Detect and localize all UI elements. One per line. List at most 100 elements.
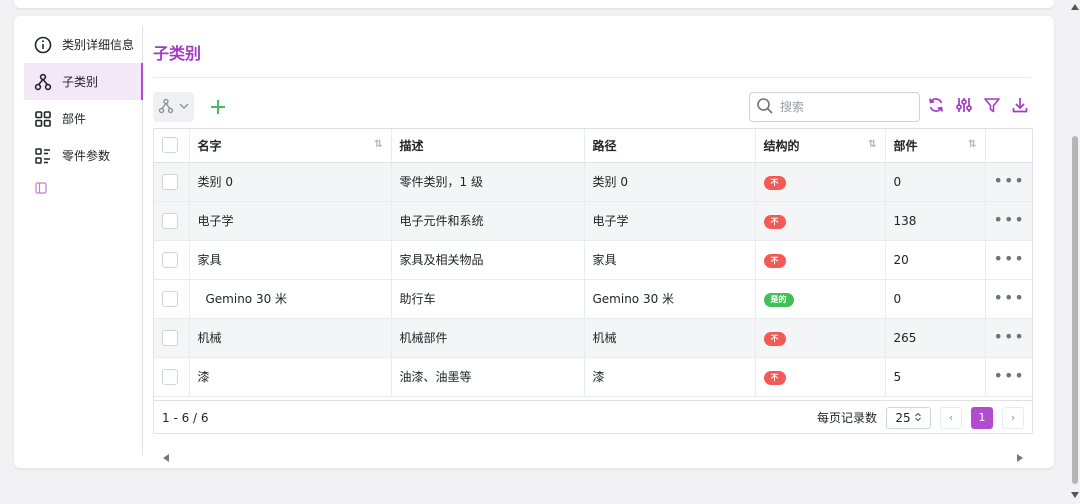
row-actions-menu[interactable]: ••• — [994, 172, 1025, 189]
horizontal-scrollbar[interactable] — [153, 454, 1033, 464]
table-row[interactable]: Gemino 30 米 助行车 Gemino 30 米 是的 0 ••• — [154, 279, 1032, 319]
pagination-bar: 1 - 6 / 6 每页记录数 25 ‹ 1 › — [153, 400, 1033, 434]
sidebar-item-part-parameters[interactable]: 零件参数 — [24, 137, 142, 174]
plus-icon — [211, 100, 225, 114]
row-actions-menu[interactable]: ••• — [994, 250, 1025, 267]
top-card-edge — [14, 0, 1054, 8]
per-page-select[interactable]: 25 — [886, 406, 931, 429]
column-header-name[interactable]: 名字 ⇅ — [189, 129, 392, 163]
cell-name: 家具 — [189, 240, 392, 280]
info-icon — [34, 36, 52, 54]
cell-parts: 0 — [885, 162, 986, 202]
subcategory-main: 子类别 搜索 名字 ⇅ 描述 路径 结构的 ⇅ 部件 ⇅ 类别 0 零件类别，1… — [153, 26, 1033, 466]
cell-path: Gemino 30 米 — [584, 279, 756, 319]
vertical-scrollbar[interactable] — [1070, 0, 1080, 504]
filter-icon[interactable] — [983, 96, 1001, 114]
sort-icon[interactable]: ⇅ — [968, 139, 976, 150]
status-badge: 是的 — [763, 292, 794, 307]
table-row[interactable]: 机械 机械部件 机械 不 265 ••• — [154, 318, 1032, 358]
table-row[interactable]: 类别 0 零件类别，1 级 类别 0 不 0 ••• — [154, 162, 1032, 202]
cell-path: 家具 — [584, 240, 756, 280]
cell-name: 机械 — [189, 318, 392, 358]
tree-view-dropdown[interactable] — [153, 92, 194, 122]
table-row[interactable]: 家具 家具及相关物品 家具 不 20 ••• — [154, 240, 1032, 280]
scroll-up-arrow[interactable] — [1071, 4, 1079, 10]
next-page-button[interactable]: › — [1002, 406, 1024, 429]
sidebar-item-label: 零件参数 — [62, 149, 111, 163]
sort-icon[interactable]: ⇅ — [374, 139, 382, 150]
column-header-parts[interactable]: 部件 ⇅ — [885, 129, 986, 163]
page-button-1[interactable]: 1 — [971, 406, 993, 429]
sidebar-item-label: 类别详细信息 — [62, 38, 135, 52]
sidebar-item-category-details[interactable]: 类别详细信息 — [24, 26, 142, 63]
cell-description: 零件类别，1 级 — [391, 162, 585, 202]
status-badge: 不 — [763, 331, 786, 346]
sort-icon[interactable]: ⇅ — [868, 139, 876, 150]
sidebar: 类别详细信息 子类别 部件 零件参数 — [24, 26, 143, 456]
select-all-cell — [154, 129, 190, 163]
adjustments-icon[interactable] — [955, 96, 973, 114]
cell-structural: 不 — [755, 201, 886, 241]
prev-page-button[interactable]: ‹ — [940, 406, 962, 429]
cell-parts: 138 — [885, 201, 986, 241]
cell-structural: 不 — [755, 357, 886, 397]
column-header-description: 描述 — [391, 129, 585, 163]
row-actions-menu[interactable]: ••• — [994, 211, 1025, 228]
hierarchy-icon — [34, 73, 52, 91]
record-range: 1 - 6 / 6 — [162, 410, 209, 425]
cell-parts: 20 — [885, 240, 986, 280]
scrollbar-thumb[interactable] — [1072, 136, 1078, 484]
row-checkbox[interactable] — [162, 290, 178, 307]
title-divider — [153, 77, 1031, 78]
cell-name: 电子学 — [189, 201, 392, 241]
refresh-icon[interactable] — [927, 96, 945, 114]
row-actions-menu[interactable]: ••• — [994, 367, 1025, 384]
table-actions — [927, 96, 1029, 114]
sidebar-collapse-icon[interactable] — [35, 182, 47, 194]
download-icon[interactable] — [1011, 96, 1029, 114]
per-page-label: 每页记录数 — [816, 411, 877, 425]
chevron-down-icon — [178, 100, 190, 115]
status-badge: 不 — [763, 175, 786, 190]
cell-name: 类别 0 — [189, 162, 392, 202]
cell-description: 家具及相关物品 — [391, 240, 585, 280]
scroll-right-arrow[interactable] — [1017, 454, 1023, 462]
column-header-structural[interactable]: 结构的 ⇅ — [755, 129, 886, 163]
cell-parts: 265 — [885, 318, 986, 358]
row-checkbox[interactable] — [162, 368, 178, 385]
cell-name: Gemino 30 米 — [189, 279, 392, 319]
subcategory-table: 名字⇅ 描述 路径 结构的⇅ 部件⇅ 类别 0 零件类别，1 级 类别 0 — [153, 128, 1033, 434]
sidebar-item-label: 部件 — [62, 112, 87, 126]
add-subcategory-button[interactable] — [208, 97, 228, 117]
scroll-down-arrow[interactable] — [1071, 492, 1079, 498]
row-actions-menu[interactable]: ••• — [994, 289, 1025, 306]
search-input[interactable] — [780, 100, 910, 114]
table-row[interactable]: 漆 油漆、油墨等 漆 不 5 ••• — [154, 357, 1032, 397]
cell-structural: 不 — [755, 318, 886, 358]
cell-path: 电子学 — [584, 201, 756, 241]
cell-path: 漆 — [584, 357, 756, 397]
row-checkbox[interactable] — [162, 212, 178, 229]
column-header-path: 路径 — [584, 129, 756, 163]
table-row[interactable]: 电子学 电子元件和系统 电子学 不 138 ••• — [154, 201, 1032, 241]
sidebar-item-parts[interactable]: 部件 — [24, 100, 142, 137]
search-icon — [756, 97, 774, 118]
cell-description: 机械部件 — [391, 318, 585, 358]
cell-structural: 不 — [755, 240, 886, 280]
cell-name: 漆 — [189, 357, 392, 397]
cell-path: 机械 — [584, 318, 756, 358]
cell-description: 助行车 — [391, 279, 585, 319]
row-actions-menu[interactable]: ••• — [994, 328, 1025, 345]
cell-structural: 是的 — [755, 279, 886, 319]
hierarchy-icon — [157, 97, 175, 118]
status-badge: 不 — [763, 214, 786, 229]
select-all-checkbox[interactable] — [162, 137, 178, 154]
sidebar-item-subcategories[interactable]: 子类别 — [24, 63, 143, 100]
table-toolbar — [153, 92, 228, 122]
row-checkbox[interactable] — [162, 173, 178, 190]
row-checkbox[interactable] — [162, 329, 178, 346]
scroll-left-arrow[interactable] — [163, 454, 169, 462]
status-badge: 不 — [763, 370, 786, 385]
row-checkbox[interactable] — [162, 251, 178, 268]
sidebar-item-label: 子类别 — [62, 75, 99, 89]
